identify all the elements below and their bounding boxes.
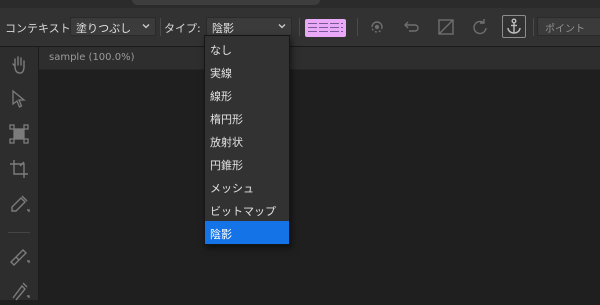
- title-pill: [132, 0, 320, 5]
- dropdown-item-shadow[interactable]: 陰影: [205, 221, 289, 244]
- context-select[interactable]: 塗りつぶし: [70, 17, 156, 36]
- tools-panel: [0, 47, 39, 302]
- context-toolbar: コンテキスト: 塗りつぶし タイプ: 陰影 ポイント: [0, 8, 600, 47]
- type-dropdown-menu: なし 実線 線形 楕円形 放射状 円錐形 メッシュ ビットマップ 陰影: [204, 35, 290, 245]
- dropdown-item-solid[interactable]: 実線: [205, 60, 289, 83]
- document-title: sample (100.0%): [49, 52, 135, 63]
- toolbar-divider: [533, 18, 534, 36]
- tools-divider: [8, 232, 30, 233]
- knife-icon[interactable]: [7, 243, 31, 267]
- point-field[interactable]: ポイント: [537, 17, 600, 36]
- dropdown-item-label: 線形: [210, 90, 232, 103]
- dropdown-item-elliptical[interactable]: 楕円形: [205, 106, 289, 129]
- transform-icon[interactable]: [366, 17, 388, 37]
- point-label: ポイント: [545, 24, 585, 35]
- dropdown-item-label: 楕円形: [210, 113, 243, 126]
- dropdown-item-radial[interactable]: 放射状: [205, 129, 289, 152]
- node-icon[interactable]: [7, 122, 31, 146]
- undo-icon[interactable]: [400, 17, 422, 37]
- dropdown-item-mesh[interactable]: メッシュ: [205, 175, 289, 198]
- dropdown-item-conical[interactable]: 円錐形: [205, 152, 289, 175]
- pointer-icon[interactable]: [7, 87, 31, 111]
- dropdown-item-label: メッシュ: [210, 182, 254, 195]
- toolbar-divider: [160, 18, 161, 36]
- fill-brush-icon[interactable]: [7, 278, 31, 302]
- chevron-down-icon: [278, 24, 286, 29]
- eyedropper-icon[interactable]: [7, 192, 31, 216]
- anchor-icon: [507, 18, 521, 34]
- pattern-swatch[interactable]: [305, 19, 346, 37]
- toolbar-divider: [357, 18, 358, 36]
- crop-icon[interactable]: [7, 157, 31, 181]
- pattern-icon: [308, 23, 343, 32]
- dropdown-item-label: なし: [210, 44, 232, 57]
- reset-icon[interactable]: [469, 17, 491, 37]
- dropdown-item-label: 陰影: [210, 228, 232, 241]
- copy-fill-icon[interactable]: [435, 17, 457, 37]
- dropdown-item-none[interactable]: なし: [205, 37, 289, 60]
- title-strip: [0, 0, 600, 8]
- context-label: コンテキスト:: [5, 22, 75, 35]
- dropdown-item-label: 放射状: [210, 136, 243, 149]
- context-select-value: 塗りつぶし: [76, 22, 132, 35]
- hand-icon[interactable]: [7, 53, 31, 77]
- type-label: タイプ:: [164, 22, 201, 35]
- type-select-value: 陰影: [212, 22, 234, 35]
- chevron-down-icon: [142, 24, 150, 29]
- toolbar-divider: [299, 18, 300, 36]
- dropdown-item-label: ビットマップ: [210, 205, 276, 218]
- anchor-button[interactable]: [502, 15, 526, 38]
- type-select[interactable]: 陰影: [206, 17, 292, 36]
- document-tab[interactable]: sample (100.0%): [39, 47, 600, 70]
- dropdown-item-bitmap[interactable]: ビットマップ: [205, 198, 289, 221]
- dropdown-item-linear[interactable]: 線形: [205, 83, 289, 106]
- dropdown-item-label: 実線: [210, 67, 232, 80]
- dropdown-item-label: 円錐形: [210, 159, 243, 172]
